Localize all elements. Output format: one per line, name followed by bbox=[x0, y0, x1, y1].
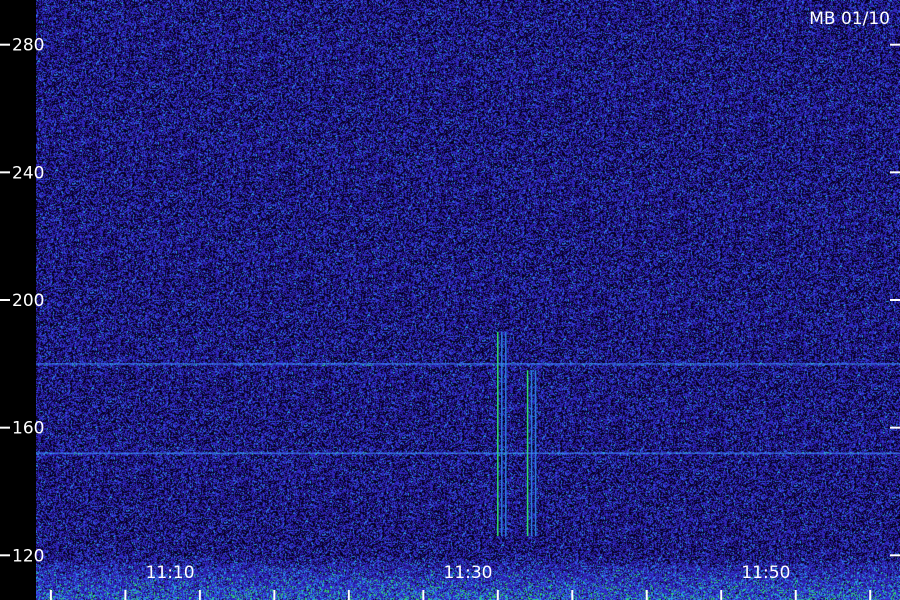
x-tick-label: 11:10 bbox=[146, 563, 195, 583]
x-tick-label: 11:50 bbox=[741, 563, 790, 583]
y-tick-label: 280 bbox=[12, 36, 44, 56]
spectrogram-noise bbox=[36, 0, 900, 600]
chart-title: MB 01/10 bbox=[809, 9, 890, 29]
y-tick-label: 160 bbox=[12, 419, 44, 439]
y-tick-label: 240 bbox=[12, 163, 44, 183]
y-tick-label: 120 bbox=[12, 546, 44, 566]
y-tick-label: 200 bbox=[12, 291, 44, 311]
x-tick-label: 11:30 bbox=[444, 563, 493, 583]
spectrogram-chart: 120 160 200 240 280 11:10 11:30 11:50 MB 01/10 bbox=[0, 0, 900, 600]
